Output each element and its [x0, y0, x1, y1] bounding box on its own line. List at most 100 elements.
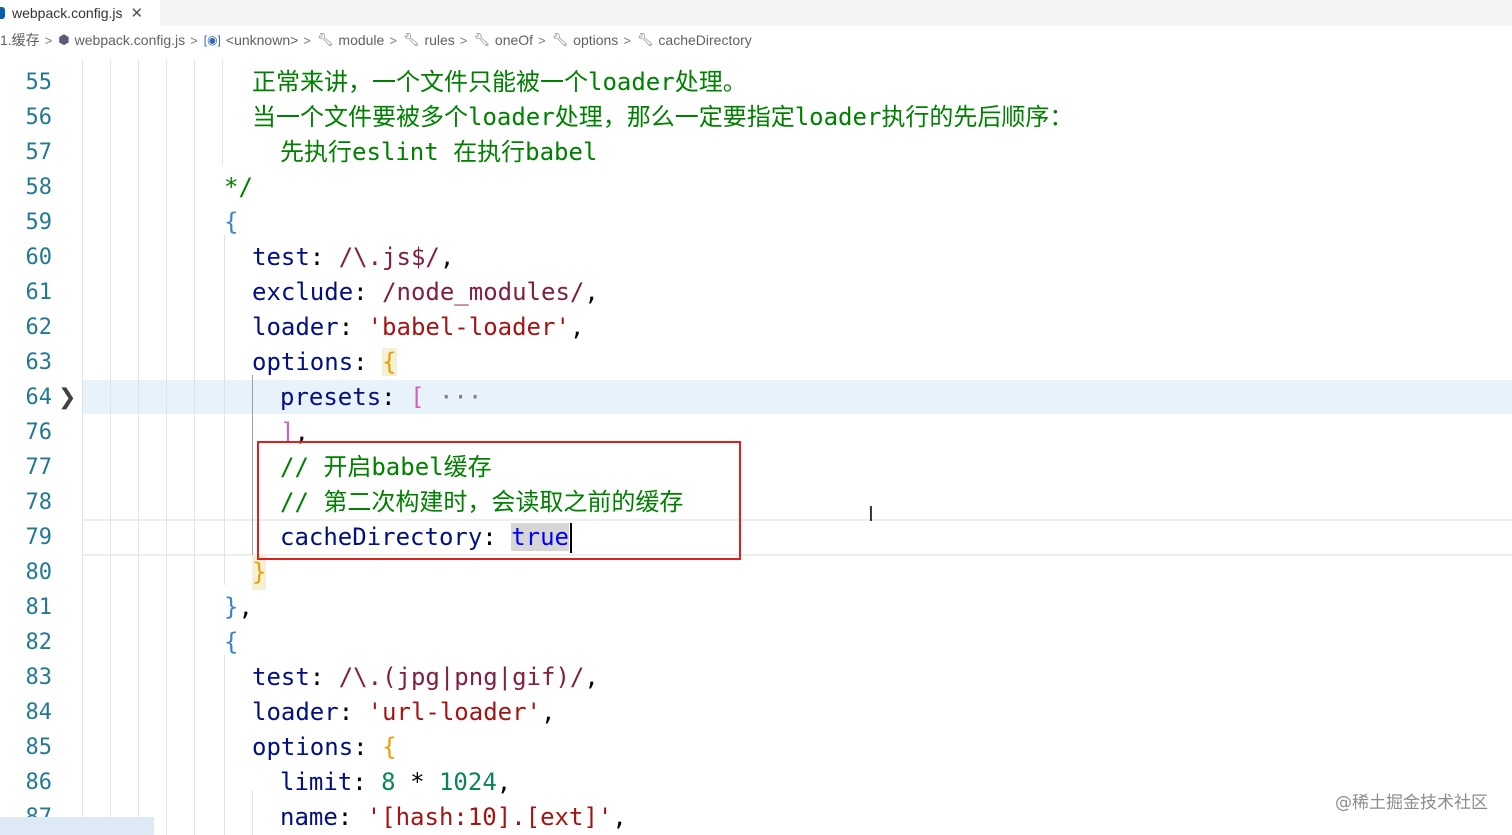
watermark: @稀土掘金技术社区 — [1335, 793, 1488, 813]
open-brace: { — [382, 733, 397, 761]
wrench-icon: 🔧︎ — [636, 32, 654, 47]
property-key: test — [252, 243, 310, 271]
code-line: 63 options: { — [0, 345, 1512, 380]
breadcrumb-cachedirectory[interactable]: 🔧︎ cacheDirectory — [631, 32, 752, 48]
code-editor[interactable]: 55 正常来讲，一个文件只能被一个loader处理。 56 当一个文件要被多个l… — [0, 60, 1512, 835]
code-line: 57 先执行eslint 在执行babel — [0, 135, 1512, 170]
property-key: presets — [280, 383, 382, 411]
number-literal: 1024 — [438, 768, 497, 796]
number-literal: 8 — [381, 768, 396, 796]
code-line: 84 loader: 'url-loader', — [0, 695, 1512, 730]
chevron-right-icon: > — [623, 32, 631, 48]
code-text: limit: 8 * 1024, — [280, 765, 511, 800]
close-brace: } — [252, 555, 267, 590]
wrench-icon: 🔧︎ — [402, 32, 420, 47]
open-brace: { — [224, 208, 239, 236]
line-number: 85 — [25, 735, 53, 760]
line-number: 77 — [25, 455, 53, 480]
code-text: }, — [224, 590, 253, 625]
comma: , — [612, 803, 627, 831]
line-number: 82 — [25, 630, 53, 655]
code-text: options: { — [252, 730, 397, 765]
comma: , — [569, 313, 585, 341]
comma: , — [439, 243, 455, 271]
line-number: 86 — [25, 770, 53, 795]
code-text: loader: 'url-loader', — [252, 695, 555, 730]
close-brace: } — [224, 593, 239, 621]
colon: : — [353, 348, 383, 376]
breadcrumb-rules[interactable]: 🔧︎ rules > — [397, 32, 467, 48]
breadcrumb-label: module — [338, 32, 385, 48]
code-line: 85 options: { — [0, 730, 1512, 765]
line-number: 76 — [25, 420, 53, 445]
regex-literal: /node_modules/ — [382, 278, 585, 306]
annotation-highlight-box — [257, 441, 741, 560]
colon: : — [353, 733, 383, 761]
tab-bar: webpack.config.js ✕ — [0, 0, 1512, 26]
chevron-right-icon[interactable]: ❯ — [58, 380, 76, 415]
colon: : — [338, 698, 368, 726]
comment-text: 正常来讲，一个文件只能被一个loader处理。 — [252, 68, 747, 96]
breadcrumb-module[interactable]: 🔧︎ module > — [311, 32, 397, 48]
folded-ellipsis[interactable]: ··· — [439, 383, 482, 411]
code-text: test: /\.(jpg|png|gif)/, — [252, 660, 599, 695]
horizontal-scrollbar[interactable] — [0, 817, 154, 835]
line-number: 80 — [25, 560, 53, 585]
js-file-icon — [0, 7, 5, 19]
chevron-right-icon: > — [459, 32, 468, 48]
wrench-icon: 🔧︎ — [316, 32, 334, 47]
code-line: 76 ], — [0, 415, 1512, 450]
string-literal: 'babel-loader' — [367, 313, 570, 341]
chevron-right-icon: > — [389, 32, 397, 48]
breadcrumb-oneof[interactable]: 🔧︎ oneOf > — [467, 32, 545, 48]
code-line: 82 { — [0, 625, 1512, 660]
breadcrumb-options[interactable]: 🔧︎ options > — [546, 32, 631, 48]
line-number: 64 — [25, 385, 53, 410]
regex-literal: /\.js$/ — [338, 243, 440, 271]
code-text: name: '[hash:10].[ext]', — [280, 800, 627, 835]
code-line: 80 } — [0, 555, 1512, 590]
code-line: 60 test: /\.js$/, — [0, 240, 1512, 275]
comment-text: 先执行eslint 在执行babel — [280, 138, 598, 166]
line-number: 59 — [25, 210, 53, 235]
code-line: 56 当一个文件要被多个loader处理，那么一定要指定loader执行的先后顺… — [0, 100, 1512, 135]
tab-webpack-config[interactable]: webpack.config.js ✕ — [0, 0, 160, 26]
code-text: presets: [ ··· — [280, 380, 482, 415]
breadcrumb: 1.缓存 > ⬢ webpack.config.js > [◉] <unknown> > … — [0, 28, 1512, 52]
line-number: 61 — [25, 280, 53, 305]
code-text: exclude: /node_modules/, — [252, 275, 599, 310]
close-icon[interactable]: ✕ — [131, 4, 144, 22]
colon: : — [352, 768, 382, 796]
comment-text: 当一个文件要被多个loader处理，那么一定要指定loader执行的先后顺序： — [252, 103, 1074, 131]
breadcrumb-unknown[interactable]: [◉] <unknown> > — [198, 32, 311, 48]
breadcrumb-label: oneOf — [494, 32, 534, 48]
breadcrumb-folder[interactable]: 1.缓存 > — [0, 30, 52, 50]
code-text: options: { — [252, 345, 397, 380]
colon: : — [353, 278, 383, 306]
breadcrumb-file[interactable]: ⬢ webpack.config.js > — [52, 32, 197, 48]
line-number: 60 — [25, 245, 53, 270]
operator: * — [410, 768, 425, 796]
code-line: 79 cacheDirectory: true — [0, 520, 1512, 555]
code-line: 61 exclude: /node_modules/, — [0, 275, 1512, 310]
comma: , — [238, 593, 253, 621]
regex-group: (jpg|png|gif) — [382, 663, 570, 691]
breadcrumb-label: <unknown> — [225, 32, 299, 48]
code-line: 58 */ — [0, 170, 1512, 205]
code-line: 78 // 第二次构建时，会读取之前的缓存 — [0, 485, 1512, 520]
comma: , — [584, 663, 599, 691]
code-line: 64 ❯ presets: [ ··· — [0, 380, 1512, 415]
wrench-icon: 🔧︎ — [551, 32, 569, 47]
code-line: 81 }, — [0, 590, 1512, 625]
colon: : — [338, 313, 368, 341]
comma: , — [496, 768, 512, 796]
property-key: test — [252, 663, 310, 691]
breadcrumb-label: 1.缓存 — [0, 32, 40, 48]
code-line: 62 loader: 'babel-loader', — [0, 310, 1512, 345]
line-number: 81 — [25, 595, 53, 620]
chevron-right-icon: > — [303, 32, 311, 48]
property-key: loader — [252, 313, 339, 341]
property-key: loader — [252, 698, 339, 726]
line-number: 58 — [25, 175, 53, 200]
line-number: 79 — [25, 525, 53, 550]
